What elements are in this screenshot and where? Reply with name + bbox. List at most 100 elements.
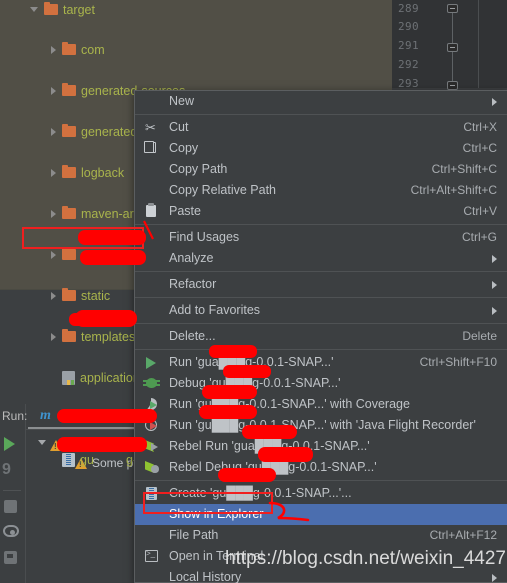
menu-item-paste[interactable]: Paste Ctrl+V bbox=[135, 201, 507, 222]
line-number: 291 bbox=[398, 39, 420, 52]
rerun-play-icon[interactable] bbox=[4, 437, 15, 451]
menu-item-label: Show in Explorer bbox=[169, 507, 264, 521]
debug-icon bbox=[143, 378, 160, 388]
chevron-down-icon[interactable] bbox=[30, 7, 38, 16]
cut-icon bbox=[145, 117, 159, 138]
menu-item-analyze[interactable]: Analyze bbox=[135, 248, 507, 269]
chevron-right-icon[interactable] bbox=[51, 169, 56, 177]
menu-item-label: Refactor bbox=[169, 277, 217, 291]
chevron-right-icon bbox=[492, 307, 497, 315]
menu-item-shortcut: Ctrl+X bbox=[463, 120, 497, 134]
folder-icon bbox=[62, 165, 76, 178]
menu-item-label: Copy Relative Path bbox=[169, 183, 277, 197]
rebel-run-icon bbox=[145, 440, 158, 452]
menu-item-label: Cut bbox=[169, 120, 189, 134]
menu-item-shortcut: Ctrl+Shift+C bbox=[431, 162, 497, 176]
menu-item-copy-path[interactable]: Copy Path Ctrl+Shift+C bbox=[135, 159, 507, 180]
menu-item-label: New bbox=[169, 94, 195, 108]
chevron-right-icon[interactable] bbox=[51, 333, 56, 341]
menu-item-label: Paste bbox=[169, 204, 201, 218]
coverage-icon bbox=[145, 398, 157, 410]
chevron-right-icon bbox=[492, 574, 497, 582]
menu-separator bbox=[135, 349, 507, 350]
line-number: 292 bbox=[398, 58, 420, 71]
menu-item-copy[interactable]: Copy Ctrl+C bbox=[135, 138, 507, 159]
menu-item-label: Copy bbox=[169, 141, 199, 155]
digit-9-icon[interactable]: 9 bbox=[2, 461, 18, 478]
chevron-right-icon[interactable] bbox=[51, 46, 56, 54]
menu-item-new[interactable]: New bbox=[135, 91, 507, 112]
menu-item-shortcut: Ctrl+Alt+Shift+C bbox=[410, 183, 497, 197]
menu-separator bbox=[135, 480, 507, 481]
fold-collapse-icon[interactable] bbox=[447, 81, 458, 90]
chevron-right-icon[interactable] bbox=[51, 87, 56, 95]
menu-item-shortcut: Ctrl+Alt+F12 bbox=[429, 528, 497, 542]
tree-item-com[interactable]: com bbox=[0, 40, 392, 60]
run-tool-window-title: Run: bbox=[2, 409, 28, 423]
tree-item-label: gu bbox=[80, 453, 94, 467]
rebel-debug-icon bbox=[145, 461, 159, 473]
tree-item-target[interactable]: target bbox=[0, 0, 392, 20]
menu-item-file-path[interactable]: File Path Ctrl+Alt+F12 bbox=[135, 525, 507, 546]
create-jar-icon bbox=[146, 487, 157, 500]
line-number: 293 bbox=[398, 77, 420, 90]
menu-item-run-with-jfr[interactable]: Run 'gu███g-0.0.1-SNAP...' with 'Java Fl… bbox=[135, 415, 507, 436]
menu-item-show-in-explorer[interactable]: Show in Explorer bbox=[135, 504, 507, 525]
chevron-right-icon bbox=[492, 255, 497, 263]
menu-separator bbox=[135, 114, 507, 115]
menu-item-shortcut: Ctrl+G bbox=[461, 230, 497, 244]
menu-item-label: Run 'gu███g-0.0.1-SNAP...' with 'Java Fl… bbox=[169, 418, 476, 432]
menu-item-label: Run 'gua███g-0.0.1-SNAP...' bbox=[169, 355, 334, 369]
menu-item-debug[interactable]: Debug 'gu███g-0.0.1-SNAP...' bbox=[135, 373, 507, 394]
chevron-right-icon[interactable] bbox=[51, 292, 56, 300]
chevron-right-icon[interactable] bbox=[51, 128, 56, 136]
tree-item-label: target bbox=[63, 3, 95, 17]
stop-icon[interactable] bbox=[4, 500, 17, 513]
fold-collapse-icon[interactable] bbox=[447, 4, 458, 13]
menu-item-label: Rebel Run 'gua███g-0.0.1-SNAP...' bbox=[169, 439, 370, 453]
menu-separator bbox=[135, 323, 507, 324]
menu-item-create-run-config[interactable]: Create 'gu███g-0.0.1-SNAP...'... bbox=[135, 483, 507, 504]
fold-collapse-icon[interactable] bbox=[447, 43, 458, 52]
warning-icon bbox=[50, 440, 62, 451]
run-tab-label-suffix: [p bbox=[123, 411, 133, 423]
menu-item-add-to-favorites[interactable]: Add to Favorites bbox=[135, 300, 507, 321]
menu-item-rebel-run[interactable]: Rebel Run 'gua███g-0.0.1-SNAP...' bbox=[135, 436, 507, 457]
menu-item-run[interactable]: Run 'gua███g-0.0.1-SNAP...' Ctrl+Shift+F… bbox=[135, 352, 507, 373]
chevron-right-icon bbox=[492, 98, 497, 106]
chevron-down-icon[interactable] bbox=[38, 440, 46, 445]
menu-item-find-usages[interactable]: Find Usages Ctrl+G bbox=[135, 227, 507, 248]
menu-separator bbox=[135, 224, 507, 225]
terminal-icon bbox=[145, 548, 158, 562]
menu-item-copy-relative-path[interactable]: Copy Relative Path Ctrl+Alt+Shift+C bbox=[135, 180, 507, 201]
menu-item-cut[interactable]: Cut Ctrl+X bbox=[135, 117, 507, 138]
menu-item-shortcut: Delete bbox=[462, 329, 497, 343]
chevron-right-icon bbox=[492, 281, 497, 289]
code-fold-line bbox=[452, 10, 453, 46]
menu-item-rebel-debug[interactable]: Rebel Debug 'gu███g-0.0.1-SNAP...' bbox=[135, 457, 507, 478]
tree-item-label: static bbox=[81, 289, 111, 303]
tree-item-label: com bbox=[81, 43, 105, 57]
tree-item-label: templates bbox=[81, 330, 136, 344]
run-icon bbox=[146, 357, 156, 369]
menu-item-label: Delete... bbox=[169, 329, 216, 343]
folder-icon bbox=[62, 206, 76, 219]
line-number: 289 bbox=[398, 2, 420, 15]
menu-item-shortcut: Ctrl+Shift+F10 bbox=[419, 355, 497, 369]
menu-item-delete[interactable]: Delete... Delete bbox=[135, 326, 507, 347]
menu-item-shortcut: Ctrl+C bbox=[462, 141, 497, 155]
menu-separator bbox=[135, 297, 507, 298]
screenshot-root: 289 290 291 292 293 target com generated… bbox=[0, 0, 507, 583]
chevron-right-icon[interactable] bbox=[51, 210, 56, 218]
folder-icon bbox=[62, 124, 76, 137]
menu-item-refactor[interactable]: Refactor bbox=[135, 274, 507, 295]
copy-icon bbox=[144, 141, 156, 153]
soft-wrap-icon[interactable] bbox=[3, 525, 19, 537]
menu-item-label: Copy Path bbox=[169, 162, 228, 176]
folder-icon bbox=[62, 247, 76, 260]
print-icon[interactable] bbox=[4, 551, 17, 564]
menu-separator bbox=[135, 271, 507, 272]
chevron-right-icon[interactable] bbox=[51, 251, 56, 259]
menu-item-run-with-coverage[interactable]: Run 'gu███g-0.0.1-SNAP...' with Coverage bbox=[135, 394, 507, 415]
menu-item-label: Local History bbox=[169, 570, 242, 583]
